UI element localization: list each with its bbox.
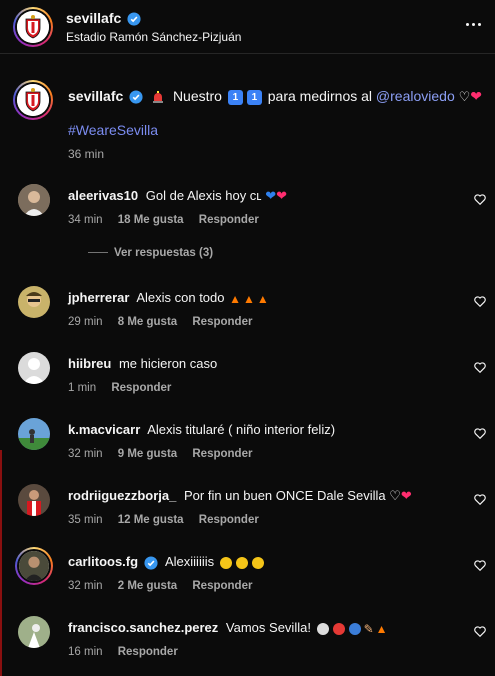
comment-text: hiibreu me hicieron caso [68,356,218,371]
heart-eyes-emoji-icon [235,556,248,569]
comment-item: rodriiguezzborja_ Por fin un buen ONCE D… [0,482,495,538]
like-heart-icon[interactable] [473,294,487,308]
avatar[interactable] [18,352,50,384]
verified-badge-icon [127,12,141,26]
siren-emoji-icon [153,91,164,104]
comment-username[interactable]: rodriiguezzborja_ [68,488,176,503]
heart-eyes-emoji-icon [219,556,232,569]
comment-username[interactable]: k.macvicarr [68,422,140,437]
reply-button[interactable]: Responder [118,646,178,658]
comment-text: rodriiguezzborja_ Por fin un buen ONCE D… [68,488,412,503]
white-heart-icon: ♡ [389,488,401,503]
comment-text: jpherrerar Alexis con todo ▲ ▲ ▲ [68,290,269,306]
user-photo-icon [18,616,50,648]
caption-username[interactable]: sevillafc [68,88,123,104]
comment-meta: 35 min 12 Me gusta Responder [68,514,259,526]
reply-button[interactable]: Responder [199,214,259,226]
flexed-biceps-icon: ✎ [363,621,374,636]
likes-count[interactable]: 2 Me gusta [118,580,177,592]
avatar[interactable] [18,418,50,450]
like-heart-icon[interactable] [473,192,487,206]
reply-button[interactable]: Responder [111,382,171,394]
more-options-icon[interactable] [463,14,483,34]
sevilla-crest-icon [17,84,49,116]
fire-icon: ▲ [243,291,255,306]
comment-item: hiibreu me hicieron caso 1 min Responder [0,350,495,406]
comment-text: aleerivas10 Gol de Alexis hoy ᴄʟ ❤❤ [68,188,287,203]
profile-avatar[interactable] [13,7,53,47]
avatar[interactable] [18,616,50,648]
default-avatar-icon [18,352,50,384]
comment-item: carlitoos.fg Alexiiiiiis 32 min 2 Me gus… [0,547,495,604]
globe-icon [348,622,361,635]
comment-meta: 16 min Responder [68,646,178,658]
story-avatar[interactable] [15,547,53,585]
comment-text: k.macvicarr Alexis titularé ( niño inter… [68,422,336,437]
likes-count[interactable]: 18 Me gusta [118,214,184,226]
keycap-one-icon: 1 [246,89,262,105]
user-photo-icon [18,184,50,216]
heart-eyes-emoji-icon [251,556,264,569]
pink-heart-icon: ❤ [400,488,412,503]
comment-item: k.macvicarr Alexis titularé ( niño inter… [0,416,495,472]
comment-username[interactable]: aleerivas10 [68,188,138,203]
comment-username[interactable]: jpherrerar [68,290,129,305]
likes-count[interactable]: 12 Me gusta [118,514,184,526]
like-heart-icon[interactable] [473,624,487,638]
comment-meta: 1 min Responder [68,382,172,394]
likes-count[interactable]: 8 Me gusta [118,316,177,328]
fire-icon: ▲ [256,291,269,306]
comment-username[interactable]: carlitoos.fg [68,554,138,569]
comment-meta: 34 min 18 Me gusta Responder [68,214,259,226]
comment-item: francisco.sanchez.perez Vamos Sevilla! ✎… [0,614,495,670]
comment-username[interactable]: francisco.sanchez.perez [68,620,218,635]
location-link[interactable]: Estadio Ramón Sánchez-Pizjuán [66,30,241,44]
avatar[interactable] [18,184,50,216]
reply-button[interactable]: Responder [192,448,252,460]
pink-heart-icon: ❤ [470,88,483,104]
user-photo-icon [18,484,50,516]
user-photo-icon [19,551,49,581]
reply-button[interactable]: Responder [192,580,252,592]
view-replies-button[interactable]: Ver respuestas (3) [88,247,213,259]
fire-icon: ▲ [375,621,388,636]
hashtag-link[interactable]: #WeareSevilla [68,122,158,138]
white-circle-icon [316,622,329,635]
blue-heart-icon: ❤ [265,188,277,203]
avatar[interactable] [18,484,50,516]
comment-item: aleerivas10 Gol de Alexis hoy ᴄʟ ❤❤ 34 m… [0,182,495,238]
like-heart-icon[interactable] [473,558,487,572]
reply-button[interactable]: Responder [199,514,259,526]
comment-text: carlitoos.fg Alexiiiiiis [68,554,266,570]
post-header: sevillafc Estadio Ramón Sánchez-Pizjuán [0,0,495,54]
reply-button[interactable]: Responder [192,316,252,328]
mention-link[interactable]: @realoviedo [376,88,455,104]
red-circle-icon [332,622,345,635]
caption-timestamp: 36 min [68,147,105,161]
like-heart-icon[interactable] [473,360,487,374]
pink-heart-icon: ❤ [276,188,287,203]
verified-badge-icon [144,556,158,570]
user-photo-icon [18,418,50,450]
likes-count[interactable]: 9 Me gusta [118,448,177,460]
comment-meta: 32 min 9 Me gusta Responder [68,448,253,460]
comment-meta: 29 min 8 Me gusta Responder [68,316,253,328]
white-heart-icon: ♡ [458,89,471,104]
caption-text: sevillafc Nuestro 11 para medirnos al @r… [68,88,483,105]
comment-item: jpherrerar Alexis con todo ▲ ▲ ▲ 29 min 8 … [0,284,495,340]
sevilla-crest-icon [17,11,49,43]
comment-username[interactable]: hiibreu [68,356,111,371]
caption-avatar[interactable] [13,80,53,120]
comment-text: francisco.sanchez.perez Vamos Sevilla! ✎… [68,620,388,636]
verified-badge-icon [129,90,143,104]
header-username[interactable]: sevillafc [66,10,141,26]
keycap-one-icon: 1 [227,89,243,105]
fire-icon: ▲ [229,291,242,306]
user-photo-icon [18,286,50,318]
like-heart-icon[interactable] [473,492,487,506]
comment-meta: 32 min 2 Me gusta Responder [68,580,253,592]
avatar[interactable] [18,286,50,318]
like-heart-icon[interactable] [473,426,487,440]
